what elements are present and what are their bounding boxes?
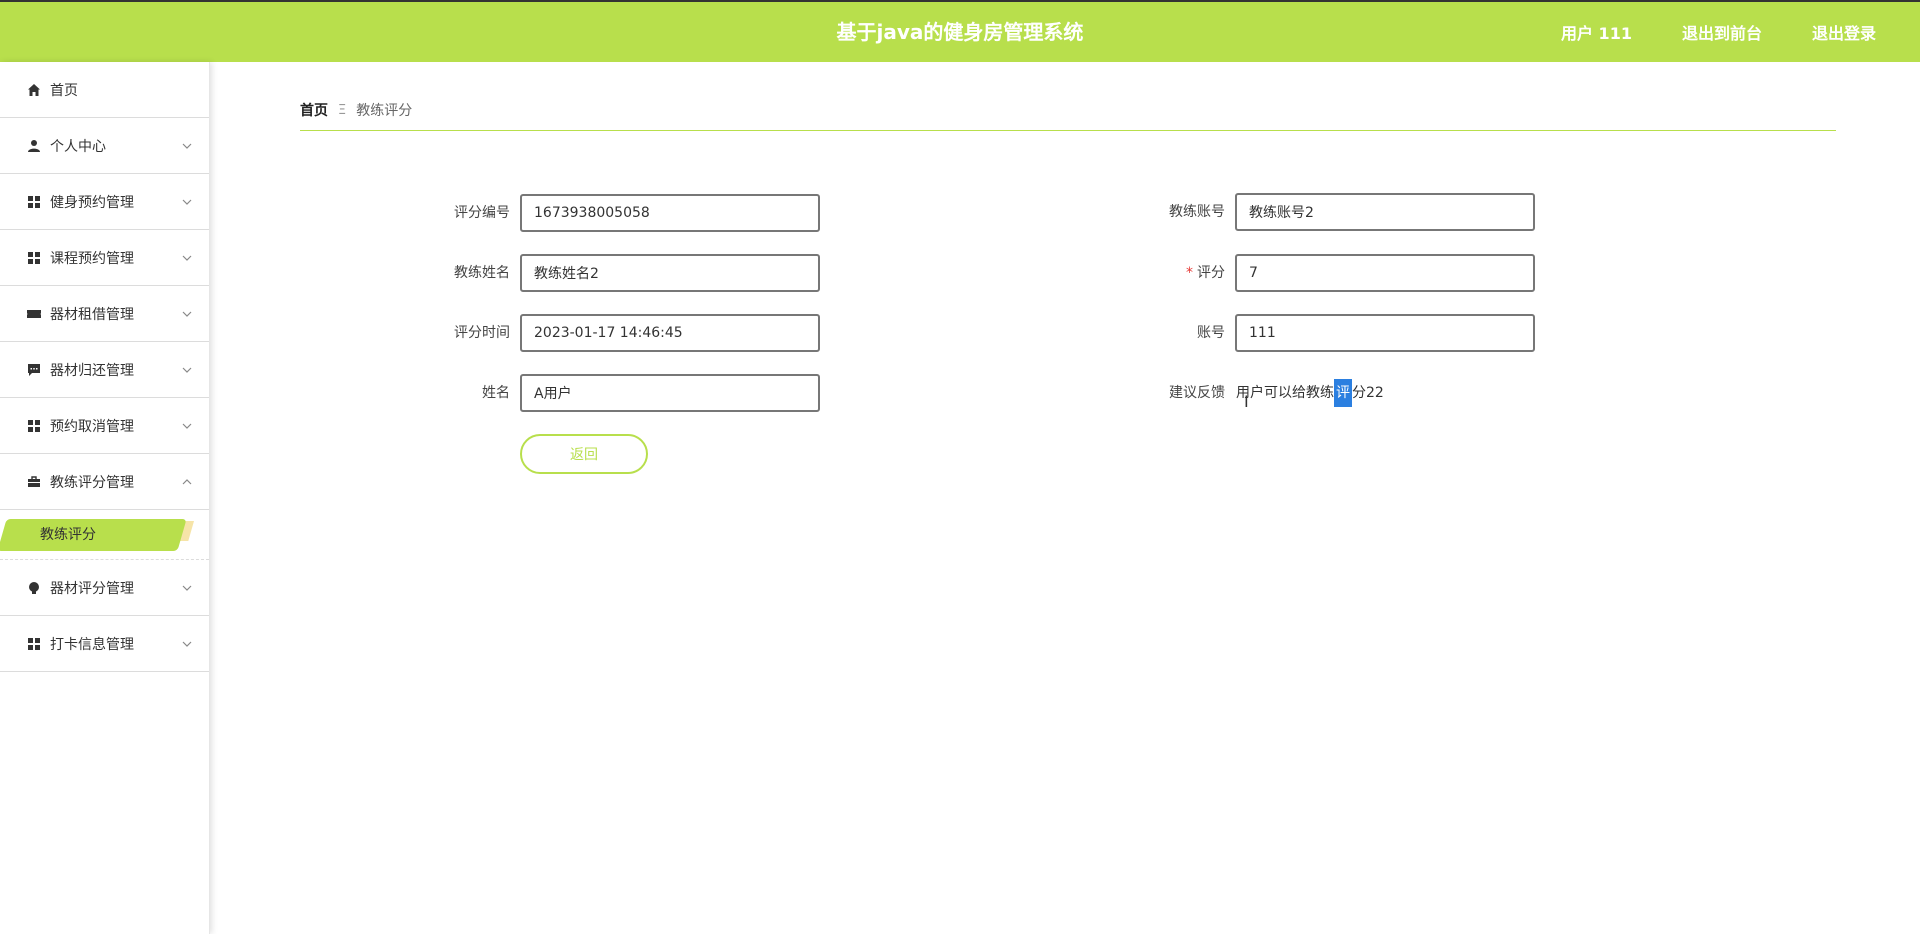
grid-icon (26, 636, 42, 652)
feedback-text: 用户可以给教练评分22 (1236, 374, 1384, 412)
chevron-down-icon (182, 255, 192, 261)
chevron-up-icon (182, 478, 192, 484)
rating-no-input[interactable] (520, 194, 820, 232)
breadcrumb: 首页 Ξ 教练评分 (300, 100, 412, 120)
sidebar-item-home[interactable]: 首页 (0, 62, 209, 118)
chevron-down-icon (182, 311, 192, 317)
grid-icon (26, 194, 42, 210)
sidebar-item-booking-cancel[interactable]: 预约取消管理 (0, 398, 209, 454)
sidebar-item-personal-center[interactable]: 个人中心 (0, 118, 209, 174)
submenu-coach-rating: 教练评分 (0, 510, 209, 560)
chevron-down-icon (182, 367, 192, 373)
chevron-down-icon (182, 199, 192, 205)
sidebar-item-equipment-rating[interactable]: 器材评分管理 (0, 560, 209, 616)
chevron-down-icon (182, 585, 192, 591)
logout-link[interactable]: 退出登录 (1812, 20, 1876, 44)
sidebar-item-fitness-booking[interactable]: 健身预约管理 (0, 174, 209, 230)
coach-account-label: 教练账号 (1169, 204, 1225, 220)
sidebar-item-label: 器材评分管理 (50, 580, 134, 597)
sidebar-item-label: 教练评分管理 (50, 474, 134, 491)
breadcrumb-divider (300, 130, 1836, 131)
sidebar-item-label: 个人中心 (50, 138, 106, 155)
home-icon (26, 82, 42, 98)
coach-name-label: 教练姓名 (454, 265, 510, 281)
score-label-text: 评分 (1197, 265, 1225, 281)
sidebar-item-label: 健身预约管理 (50, 194, 134, 211)
coach-name-input[interactable] (520, 254, 820, 292)
coach-account-input[interactable] (1235, 193, 1535, 231)
grid-icon (26, 250, 42, 266)
sidebar-item-equipment-return[interactable]: 器材归还管理 (0, 342, 209, 398)
sidebar-item-equipment-rental[interactable]: 器材租借管理 (0, 286, 209, 342)
top-bar: 基于java的健身房管理系统 用户 111 退出到前台 退出登录 (0, 0, 1920, 62)
chevron-down-icon (182, 143, 192, 149)
rating-no-label: 评分编号 (454, 205, 510, 221)
back-button[interactable]: 返回 (520, 434, 648, 474)
chevron-down-icon (182, 423, 192, 429)
grid-icon (26, 418, 42, 434)
chat-icon (26, 362, 42, 378)
feedback-text-part2: 分22 (1352, 385, 1384, 401)
account-input[interactable] (1235, 314, 1535, 352)
bulb-icon (26, 580, 42, 596)
name-label: 姓名 (482, 385, 510, 401)
briefcase-icon (26, 474, 42, 490)
rating-time-input[interactable] (520, 314, 820, 352)
sidebar: 首页 个人中心 健身预约管理 课程预约管理 器材租借管理 器材归还管理 预约取消… (0, 62, 210, 934)
text-cursor-icon: Ι (1244, 392, 1249, 411)
sidebar-item-checkin-info[interactable]: 打卡信息管理 (0, 616, 209, 672)
sidebar-item-label: 打卡信息管理 (50, 636, 134, 653)
feedback-label: 建议反馈 (1169, 385, 1225, 401)
top-nav: 用户 111 退出到前台 退出登录 (1561, 2, 1876, 62)
breadcrumb-home[interactable]: 首页 (300, 100, 328, 120)
ticket-icon (26, 306, 42, 322)
sidebar-item-label: 课程预约管理 (50, 250, 134, 267)
breadcrumb-current: 教练评分 (356, 103, 413, 119)
sidebar-item-label: 预约取消管理 (50, 418, 134, 435)
exit-to-front-link[interactable]: 退出到前台 (1682, 20, 1762, 44)
rating-time-label: 评分时间 (454, 325, 510, 341)
sidebar-item-label: 器材租借管理 (50, 306, 134, 323)
sidebar-item-label: 器材归还管理 (50, 362, 134, 379)
required-mark: * (1186, 265, 1193, 281)
sidebar-item-coach-rating[interactable]: 教练评分管理 (0, 454, 209, 510)
account-label: 账号 (1197, 325, 1225, 341)
sidebar-item-label: 首页 (50, 82, 78, 99)
name-input[interactable] (520, 374, 820, 412)
user-icon (26, 138, 42, 154)
breadcrumb-separator: Ξ (338, 102, 347, 118)
sidebar-subitem-coach-rating[interactable]: 教练评分 (40, 510, 96, 560)
score-input[interactable] (1235, 254, 1535, 292)
sidebar-item-course-booking[interactable]: 课程预约管理 (0, 230, 209, 286)
score-label: * 评分 (1105, 254, 1225, 292)
chevron-down-icon (182, 641, 192, 647)
feedback-text-part1: 用户可以给教练 (1236, 385, 1334, 401)
user-link[interactable]: 用户 111 (1561, 20, 1632, 44)
feedback-text-selection: 评 (1334, 379, 1352, 407)
